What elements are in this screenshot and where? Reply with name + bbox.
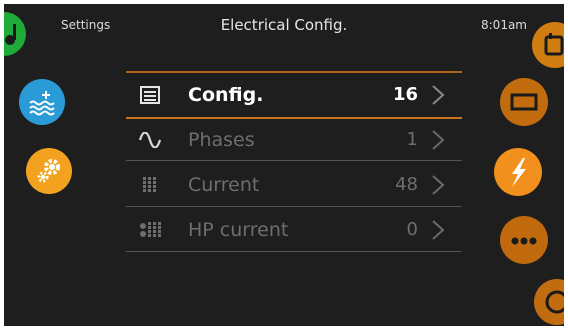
battery-button[interactable] — [500, 78, 548, 126]
more-icon — [511, 237, 537, 245]
sine-wave-icon — [138, 120, 162, 160]
menu-top-divider — [126, 71, 462, 73]
menu-row-hp-current[interactable]: HP current 0 — [126, 210, 462, 250]
chevron-right-icon — [432, 175, 445, 195]
calendar-button[interactable] — [532, 22, 564, 68]
menu-row-config[interactable]: Config. 16 — [126, 75, 462, 115]
screen: Settings Electrical Config. 8:01am Confi… — [4, 4, 564, 326]
selected-row-divider — [126, 117, 462, 119]
page-title: Electrical Config. — [220, 16, 348, 34]
water-button[interactable] — [19, 79, 65, 125]
chevron-right-icon — [432, 220, 445, 240]
menu-label: HP current — [188, 219, 289, 241]
water-icon — [29, 91, 55, 116]
menu-value: 48 — [395, 174, 418, 195]
clock-time: 8:01am — [481, 18, 527, 32]
row-divider — [126, 251, 462, 252]
row-divider — [126, 160, 462, 161]
more-button[interactable] — [500, 216, 548, 264]
power-icon — [545, 290, 564, 314]
power-button[interactable] — [534, 279, 564, 325]
electrical-button[interactable] — [494, 148, 542, 196]
list-icon — [138, 75, 162, 115]
battery-icon — [510, 93, 538, 111]
row-divider — [126, 206, 462, 207]
menu-value: 16 — [392, 84, 418, 105]
lightning-icon — [512, 158, 526, 187]
top-bar: Settings Electrical Config. 8:01am — [4, 4, 564, 56]
menu-label: Phases — [188, 129, 255, 151]
home-button[interactable] — [4, 12, 26, 56]
menu-label: Current — [188, 174, 260, 196]
menu-label: Config. — [188, 84, 264, 106]
menu-row-phases[interactable]: Phases 1 — [126, 120, 462, 160]
music-note-icon — [5, 24, 16, 45]
settings-button[interactable] — [26, 148, 72, 194]
calendar-icon — [544, 33, 564, 56]
chevron-right-icon — [432, 85, 445, 105]
chevron-right-icon — [432, 130, 445, 150]
menu-row-current[interactable]: Current 48 — [126, 165, 462, 205]
menu-value: 1 — [406, 129, 418, 150]
hp-grid-icon — [138, 210, 162, 250]
grid-icon — [138, 165, 162, 205]
gear-icon — [37, 159, 60, 183]
menu-value: 0 — [406, 219, 418, 240]
